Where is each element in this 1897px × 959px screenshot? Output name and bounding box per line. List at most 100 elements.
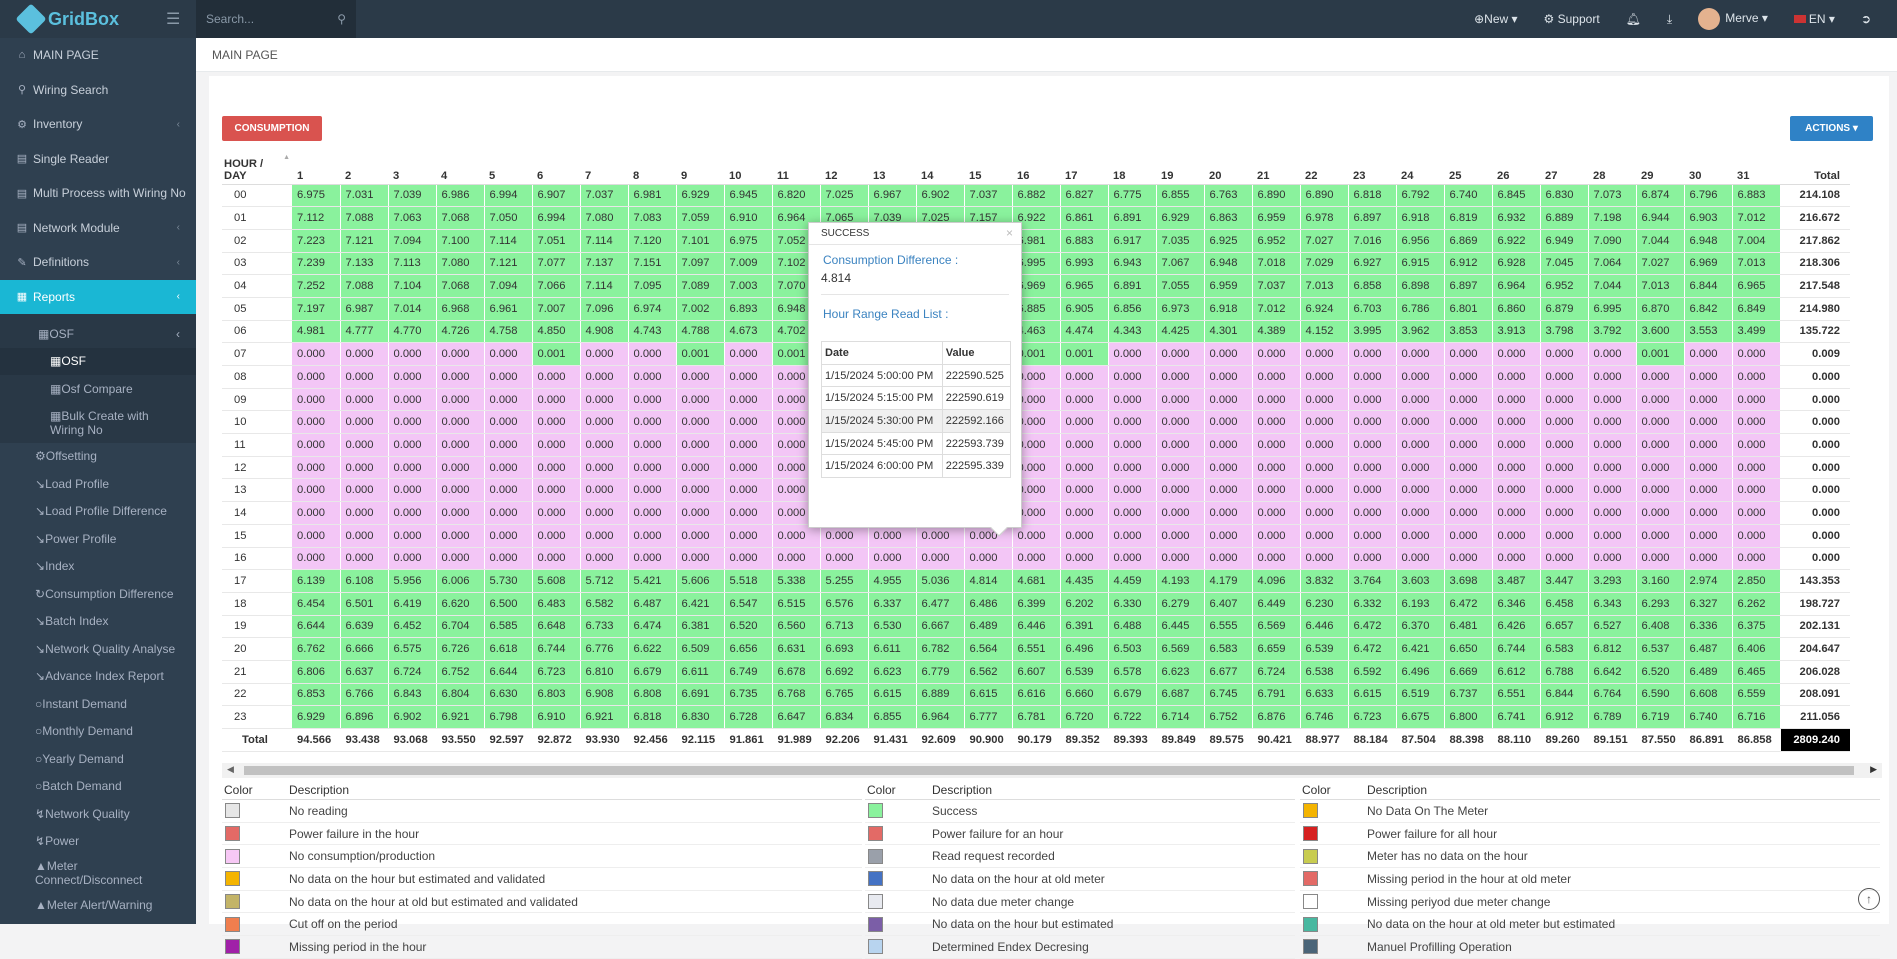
- value-cell[interactable]: 6.703: [1348, 297, 1397, 321]
- value-cell[interactable]: 3.698: [1444, 569, 1493, 593]
- value-cell[interactable]: 0.000: [1060, 547, 1109, 571]
- value-cell[interactable]: 7.012: [1732, 206, 1781, 230]
- value-cell[interactable]: 7.050: [484, 206, 533, 230]
- value-cell[interactable]: 7.007: [532, 297, 581, 321]
- value-cell[interactable]: 0.000: [1156, 501, 1205, 525]
- value-cell[interactable]: 0.000: [1732, 501, 1781, 525]
- value-cell[interactable]: 0.000: [340, 388, 389, 412]
- sidebar-item-offsetting[interactable]: ⚙ Offsetting: [0, 443, 196, 471]
- value-cell[interactable]: 6.792: [1396, 184, 1445, 208]
- value-cell[interactable]: 6.948: [1204, 252, 1253, 276]
- value-cell[interactable]: 6.465: [1732, 660, 1781, 684]
- value-cell[interactable]: 0.000: [820, 547, 869, 571]
- value-cell[interactable]: 0.000: [1492, 388, 1541, 412]
- value-cell[interactable]: 7.252: [292, 274, 341, 298]
- value-cell[interactable]: 6.623: [868, 660, 917, 684]
- value-cell[interactable]: 6.421: [1396, 637, 1445, 661]
- value-cell[interactable]: 0.000: [388, 524, 437, 548]
- day-header[interactable]: 11: [772, 148, 820, 185]
- day-header[interactable]: 14: [916, 148, 964, 185]
- value-cell[interactable]: 0.000: [484, 478, 533, 503]
- value-cell[interactable]: 0.000: [1012, 547, 1061, 571]
- value-cell[interactable]: 6.786: [1396, 297, 1445, 321]
- value-cell[interactable]: 6.569: [1252, 615, 1301, 639]
- value-cell[interactable]: 6.230: [1300, 592, 1349, 616]
- value-cell[interactable]: 0.000: [1156, 342, 1205, 366]
- value-cell[interactable]: 5.338: [772, 569, 821, 593]
- value-cell[interactable]: 6.637: [340, 660, 389, 684]
- value-cell[interactable]: 0.000: [628, 342, 677, 366]
- value-cell[interactable]: 4.152: [1300, 320, 1349, 344]
- value-cell[interactable]: 0.000: [340, 501, 389, 525]
- value-cell[interactable]: 0.000: [1300, 365, 1349, 389]
- value-cell[interactable]: 6.421: [676, 592, 725, 616]
- value-cell[interactable]: 0.000: [1492, 410, 1541, 435]
- sidebar-item-network-quality-analyse[interactable]: ↘ Network Quality Analyse: [0, 635, 196, 663]
- value-cell[interactable]: 3.832: [1300, 569, 1349, 593]
- value-cell[interactable]: 7.133: [340, 252, 389, 276]
- value-cell[interactable]: 3.487: [1492, 569, 1541, 593]
- value-cell[interactable]: 6.719: [1636, 705, 1685, 729]
- value-cell[interactable]: 6.675: [1396, 705, 1445, 729]
- value-cell[interactable]: 6.519: [1396, 683, 1445, 707]
- value-cell[interactable]: 6.330: [1108, 592, 1157, 616]
- value-cell[interactable]: 6.108: [340, 569, 389, 593]
- value-cell[interactable]: 6.608: [1684, 683, 1733, 707]
- value-cell[interactable]: 6.520: [1636, 660, 1685, 684]
- value-cell[interactable]: 6.500: [484, 592, 533, 616]
- day-header[interactable]: 8: [628, 148, 676, 185]
- value-cell[interactable]: 7.114: [484, 229, 533, 253]
- value-cell[interactable]: 6.560: [772, 615, 821, 639]
- value-cell[interactable]: 6.765: [820, 683, 869, 707]
- user-menu[interactable]: Merve ▾: [1698, 8, 1768, 30]
- day-header[interactable]: 6: [532, 148, 580, 185]
- value-cell[interactable]: 6.752: [436, 660, 485, 684]
- value-cell[interactable]: 6.929: [1156, 206, 1205, 230]
- value-cell[interactable]: 6.515: [772, 592, 821, 616]
- day-header[interactable]: 28: [1588, 148, 1636, 185]
- value-cell[interactable]: 0.000: [1300, 547, 1349, 571]
- value-cell[interactable]: 5.606: [676, 569, 725, 593]
- value-cell[interactable]: 6.659: [1252, 637, 1301, 661]
- value-cell[interactable]: 0.000: [1204, 342, 1253, 366]
- value-cell[interactable]: 0.000: [580, 478, 629, 503]
- value-cell[interactable]: 0.000: [484, 365, 533, 389]
- value-cell[interactable]: 6.496: [1060, 637, 1109, 661]
- value-cell[interactable]: 6.858: [1348, 274, 1397, 298]
- value-cell[interactable]: 6.808: [628, 683, 677, 707]
- value-cell[interactable]: 6.501: [340, 592, 389, 616]
- value-cell[interactable]: 6.924: [1300, 297, 1349, 321]
- value-cell[interactable]: 2.974: [1684, 569, 1733, 593]
- value-cell[interactable]: 6.905: [1060, 297, 1109, 321]
- value-cell[interactable]: 0.000: [532, 478, 581, 503]
- value-cell[interactable]: 0.000: [1492, 501, 1541, 525]
- value-cell[interactable]: 6.716: [1732, 705, 1781, 729]
- value-cell[interactable]: 6.879: [1540, 297, 1589, 321]
- value-cell[interactable]: 3.798: [1540, 320, 1589, 344]
- value-cell[interactable]: 0.000: [388, 456, 437, 480]
- value-cell[interactable]: 6.908: [580, 683, 629, 707]
- value-cell[interactable]: 6.948: [1684, 229, 1733, 253]
- sidebar-item-definitions[interactable]: ✎ Definitions ‹: [0, 245, 196, 280]
- value-cell[interactable]: 0.000: [1156, 388, 1205, 412]
- value-cell[interactable]: 6.692: [820, 660, 869, 684]
- value-cell[interactable]: 6.720: [1060, 705, 1109, 729]
- value-cell[interactable]: 0.000: [1300, 388, 1349, 412]
- value-cell[interactable]: 7.223: [292, 229, 341, 253]
- value-cell[interactable]: 0.000: [1636, 410, 1685, 435]
- value-cell[interactable]: 0.000: [1396, 456, 1445, 480]
- value-cell[interactable]: 0.000: [436, 478, 485, 503]
- value-cell[interactable]: 0.000: [1588, 410, 1637, 435]
- value-cell[interactable]: 4.459: [1108, 569, 1157, 593]
- value-cell[interactable]: 7.044: [1636, 229, 1685, 253]
- value-cell[interactable]: 6.890: [1300, 184, 1349, 208]
- value-cell[interactable]: 7.068: [436, 274, 485, 298]
- value-cell[interactable]: 6.472: [1348, 637, 1397, 661]
- scroll-right-icon[interactable]: ▶: [1870, 764, 1877, 775]
- value-cell[interactable]: 4.681: [1012, 569, 1061, 593]
- value-cell[interactable]: 6.677: [1204, 660, 1253, 684]
- value-cell[interactable]: 0.000: [580, 501, 629, 525]
- value-cell[interactable]: 0.000: [484, 410, 533, 435]
- value-cell[interactable]: 6.842: [1684, 297, 1733, 321]
- value-cell[interactable]: 6.897: [1444, 274, 1493, 298]
